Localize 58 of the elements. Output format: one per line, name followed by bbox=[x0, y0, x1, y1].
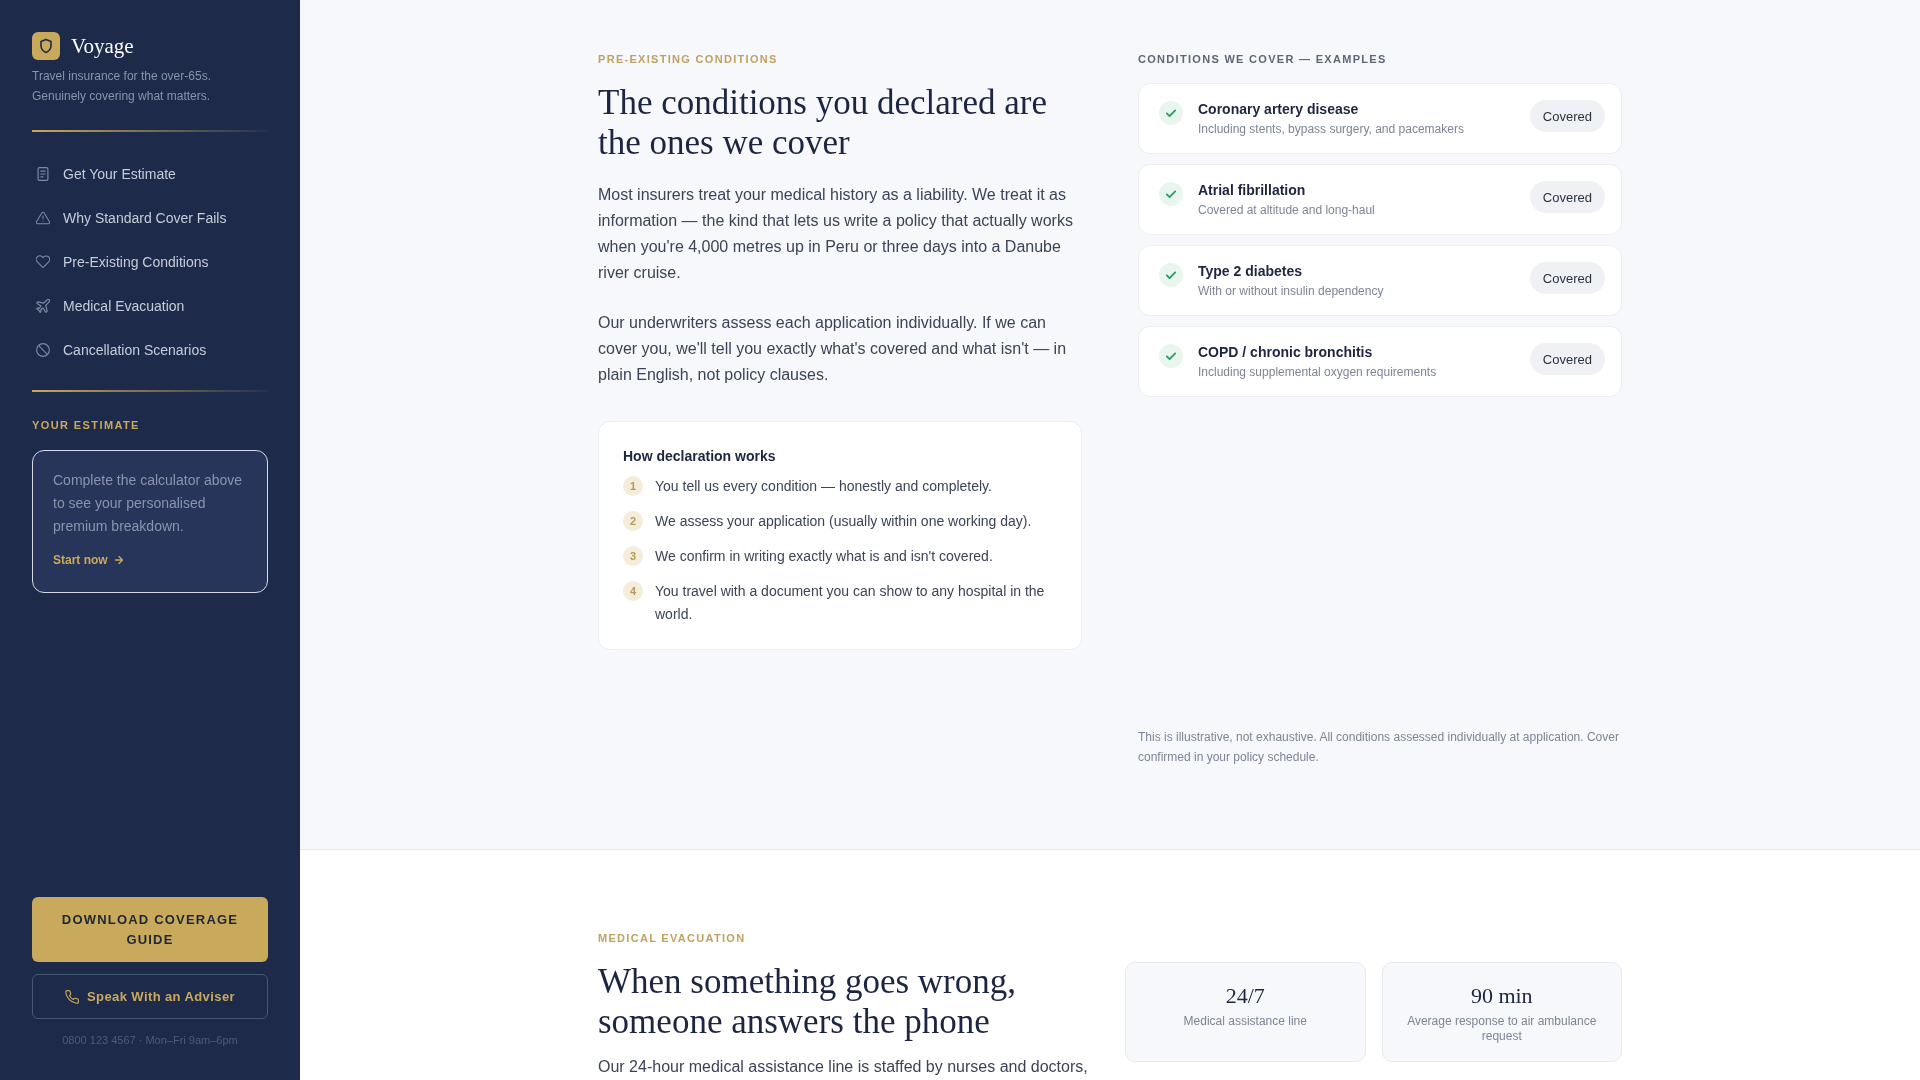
phone-icon bbox=[65, 989, 79, 1004]
heart-icon bbox=[36, 255, 50, 269]
condition-detail: Including supplemental oxygen requirements bbox=[1198, 364, 1438, 381]
document-icon bbox=[36, 167, 50, 181]
estimate-text: Complete the calculator above to see your personalised premium breakdown. bbox=[53, 471, 244, 536]
stat-value: 24/7 bbox=[1224, 982, 1266, 1010]
estimate-heading: YOUR ESTIMATE bbox=[32, 418, 141, 433]
condition-name: COPD / chronic bronchitis bbox=[1198, 343, 1374, 362]
nav-item[interactable]: Cancellation Scenarios bbox=[32, 328, 268, 372]
start-now-link[interactable]: Start now bbox=[53, 552, 123, 568]
speak-adviser-button[interactable]: Speak With an Adviser bbox=[32, 974, 268, 1019]
condition-detail: Including stents, bypass surgery, and pacemakers bbox=[1198, 121, 1465, 138]
step-number: 2 bbox=[623, 511, 643, 531]
download-guide-button[interactable]: DOWNLOAD COVERAGE GUIDE bbox=[32, 897, 268, 962]
shield-icon bbox=[32, 32, 60, 60]
brand-name: Voyage bbox=[71, 33, 134, 60]
section-eyebrow: MEDICAL EVACUATION bbox=[598, 931, 747, 946]
check-icon bbox=[1159, 182, 1183, 206]
check-icon bbox=[1159, 344, 1183, 368]
stat-value: 90 min bbox=[1469, 982, 1534, 1010]
step-number: 4 bbox=[623, 581, 643, 601]
section-heading: When something goes wrong, someone answers the phone bbox=[598, 962, 1017, 1042]
nav-item[interactable]: Medical Evacuation bbox=[32, 284, 268, 328]
nav-item[interactable]: Get Your Estimate bbox=[32, 152, 268, 196]
arrow-right-icon bbox=[114, 556, 123, 564]
status-badge: Covered bbox=[1529, 100, 1605, 132]
condition-detail: Covered at altitude and long-haul bbox=[1198, 202, 1376, 219]
examples-heading: CONDITIONS WE COVER — EXAMPLES bbox=[1138, 52, 1388, 67]
stat-label: Average response to air ambulance request bbox=[1406, 1014, 1598, 1044]
step-number: 3 bbox=[623, 546, 643, 566]
body-paragraph: Most insurers treat your medical history as a liability. We treat it as information — the kind that lets us write a policy that actually works when you're 4,000 metres up in Peru or three days into a Danube river cruise. bbox=[598, 185, 1074, 283]
stat-label: Medical assistance line bbox=[1182, 1014, 1308, 1029]
condition-detail: With or without insulin dependency bbox=[1198, 283, 1385, 300]
status-badge: Covered bbox=[1529, 262, 1605, 294]
section-heading: The conditions you declared are the ones we cover bbox=[598, 83, 1048, 163]
declaration-title: How declaration works bbox=[623, 447, 777, 466]
check-icon bbox=[1159, 263, 1183, 287]
step-text: We confirm in writing exactly what is and isn't covered. bbox=[655, 547, 993, 566]
step-text: You travel with a document you can show to any hospital in the world. bbox=[655, 582, 1046, 624]
prohibited-icon bbox=[36, 343, 50, 357]
step-text: You tell us every condition — honestly and completely. bbox=[655, 477, 992, 496]
body-paragraph: Our underwriters assess each application individually. If we can cover you, we'll tell you exactly what's covered and what isn't — in plain English, not policy clauses. bbox=[598, 313, 1068, 385]
step-number: 1 bbox=[623, 476, 643, 496]
nav-item[interactable]: Pre-Existing Conditions bbox=[32, 240, 268, 284]
status-badge: Covered bbox=[1529, 181, 1605, 213]
nav-item[interactable]: Why Standard Cover Fails bbox=[32, 196, 268, 240]
brand-tagline: Travel insurance for the over-65s. Genuinely covering what matters. bbox=[32, 68, 212, 105]
section-eyebrow: PRE-EXISTING CONDITIONS bbox=[598, 52, 779, 67]
warning-icon bbox=[36, 211, 50, 225]
disclaimer-note: This is illustrative, not exhaustive. All conditions assessed individually at application. Cover confirmed in your policy schedule. bbox=[1138, 729, 1620, 766]
body-paragraph: Our 24-hour medical assistance line is staffed by nurses and doctors, bbox=[598, 1057, 1089, 1077]
condition-name: Atrial fibrillation bbox=[1198, 181, 1307, 200]
plane-icon bbox=[36, 299, 50, 313]
check-icon bbox=[1159, 101, 1183, 125]
condition-name: Coronary artery disease bbox=[1198, 100, 1360, 119]
status-badge: Covered bbox=[1529, 343, 1605, 375]
step-text: We assess your application (usually within one working day). bbox=[655, 512, 1032, 531]
condition-name: Type 2 diabetes bbox=[1198, 262, 1303, 281]
